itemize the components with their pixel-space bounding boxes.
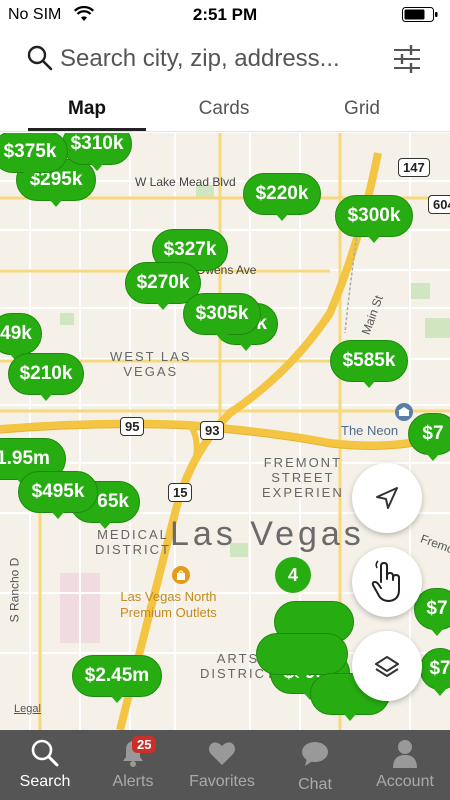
status-time: 2:51 PM	[192, 5, 258, 24]
tab-grid[interactable]: Grid	[302, 98, 422, 120]
tab-map[interactable]: Map	[27, 98, 147, 120]
museum-icon	[395, 403, 413, 421]
legal-link[interactable]: Legal	[14, 703, 41, 715]
map-label-outlets: Las Vegas North Premium Outlets	[120, 589, 217, 620]
listing-pin[interactable]: $300k	[335, 195, 413, 243]
listing-pin[interactable]: $2.45m	[72, 655, 162, 703]
draw-area-button[interactable]	[352, 547, 422, 617]
search-icon	[31, 739, 59, 767]
listing-pin[interactable]: $7	[408, 413, 450, 461]
alerts-count-badge: 25	[132, 736, 157, 753]
status-bar: No SIM 2:51 PM	[0, 0, 450, 30]
nav-label: Search	[19, 773, 71, 790]
map-label-city: Las Vegas	[170, 515, 365, 553]
nav-chat[interactable]: Chat	[270, 730, 360, 800]
listing-pin[interactable]: $375k	[0, 133, 68, 179]
listing-pin[interactable]: 49k	[0, 313, 42, 361]
map-label-neon: The Neon	[341, 423, 399, 438]
listing-pin[interactable]: $585k	[330, 340, 408, 388]
listing-pin[interactable]: $7	[420, 648, 450, 696]
bottom-nav: Search 25 Alerts Favorites Chat Account	[0, 730, 450, 800]
listing-pin[interactable]: $495k	[18, 471, 98, 519]
person-icon	[393, 740, 417, 768]
nav-label: Account	[376, 773, 434, 790]
highway-shield-93: 93	[200, 421, 225, 440]
nav-favorites[interactable]: Favorites	[177, 730, 267, 800]
filter-sliders-icon[interactable]	[392, 44, 422, 74]
shopping-bag-icon	[172, 566, 190, 584]
heart-icon	[209, 742, 235, 765]
view-tabs: Map Cards Grid	[0, 90, 450, 132]
nav-account[interactable]: Account	[360, 730, 450, 800]
nav-label: Chat	[298, 776, 332, 793]
search-icon	[27, 45, 53, 71]
highway-shield-604: 604	[428, 195, 450, 214]
highway-shield-95: 95	[120, 417, 145, 436]
active-tab-indicator	[28, 128, 146, 131]
map-label-medical-district: MEDICAL DISTRICT	[95, 527, 171, 557]
location-arrow-icon	[376, 487, 398, 509]
listing-pin[interactable]: $220k	[243, 173, 321, 221]
locate-me-button[interactable]	[352, 463, 422, 533]
map-label-lake-mead: W Lake Mead Blvd	[135, 175, 236, 189]
nav-search[interactable]: Search	[0, 730, 90, 800]
map-view[interactable]: W Lake Mead Blvd Owens Ave WEST LAS VEGA…	[0, 133, 450, 730]
listing-pin[interactable]	[256, 633, 348, 681]
highway-shield-147: 147	[398, 158, 430, 177]
nav-label: Favorites	[189, 773, 255, 790]
map-label-rancho: S Rancho D	[7, 557, 22, 623]
battery-icon	[402, 7, 438, 22]
listing-pin[interactable]: $310k	[62, 133, 132, 171]
tab-cards[interactable]: Cards	[164, 98, 284, 120]
listing-pin[interactable]: $210k	[8, 353, 84, 401]
map-label-west-las-vegas: WEST LAS VEGAS	[110, 349, 192, 379]
chat-icon	[302, 742, 328, 766]
listing-pin[interactable]: $305k	[183, 293, 261, 341]
highway-shield-15: 15	[168, 483, 193, 502]
nav-alerts[interactable]: 25 Alerts	[88, 730, 178, 800]
search-input[interactable]	[60, 40, 380, 78]
hand-pointer-icon	[371, 560, 400, 602]
layers-icon	[375, 656, 399, 677]
map-layers-button[interactable]	[352, 631, 422, 701]
search-bar	[0, 30, 450, 90]
listing-cluster[interactable]: 4	[275, 557, 311, 593]
nav-label: Alerts	[112, 773, 154, 790]
map-label-fremont-street: FREMONT STREET EXPERIEN	[262, 455, 344, 500]
